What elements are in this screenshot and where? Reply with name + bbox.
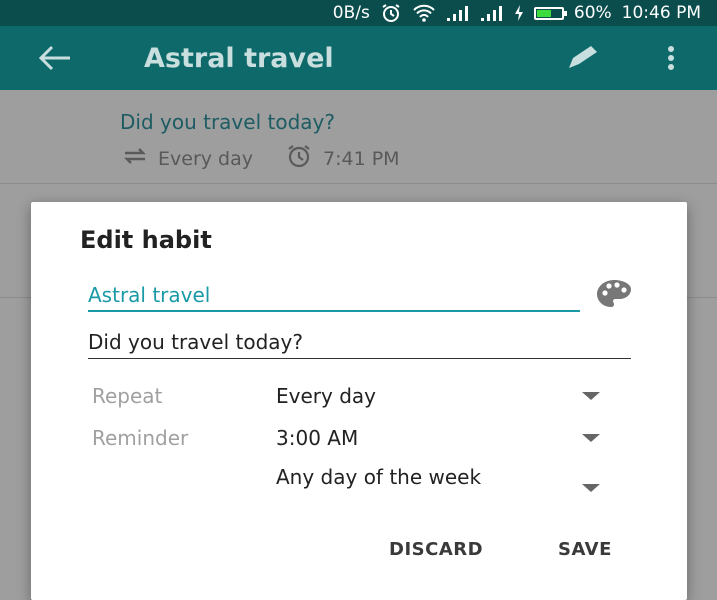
signal-icon xyxy=(480,5,504,21)
palette-icon[interactable] xyxy=(595,278,633,314)
back-arrow-icon[interactable] xyxy=(38,44,72,76)
dropdown-arrow-icon[interactable] xyxy=(582,484,600,494)
habit-meta: Every day 7:41 PM xyxy=(122,144,400,173)
battery-icon xyxy=(533,6,567,20)
reminder-days-select[interactable]: Any day of the week xyxy=(276,466,516,488)
save-button[interactable]: SAVE xyxy=(558,539,612,560)
dropdown-arrow-icon[interactable] xyxy=(582,392,600,402)
alarm-icon xyxy=(380,3,402,23)
discard-button[interactable]: DISCARD xyxy=(389,539,483,560)
repeat-label: Repeat xyxy=(92,384,163,408)
edit-habit-dialog: Edit habit Repeat Every day Reminder 3:0… xyxy=(31,202,687,600)
habit-title: Astral travel xyxy=(144,43,334,74)
dialog-title: Edit habit xyxy=(80,226,212,254)
frequency-text: Every day xyxy=(158,147,253,170)
battery-percent: 60% xyxy=(573,3,612,23)
habit-question: Did you travel today? xyxy=(120,110,335,134)
wifi-icon xyxy=(412,4,436,22)
edit-pencil-icon[interactable] xyxy=(565,44,601,76)
repeat-select[interactable]: Every day xyxy=(276,384,376,408)
charging-icon xyxy=(514,5,524,21)
reminder-time-select[interactable]: 3:00 AM xyxy=(276,426,358,450)
app-bar: Astral travel xyxy=(0,26,717,90)
repeat-icon xyxy=(122,145,148,172)
habit-question-input[interactable] xyxy=(88,328,631,359)
more-vert-icon[interactable] xyxy=(665,44,677,76)
reminder-time-text: 7:41 PM xyxy=(322,147,400,170)
status-bar: 0B/s 60% 10:46 PM xyxy=(0,0,717,26)
network-speed: 0B/s xyxy=(332,3,370,23)
clock: 10:46 PM xyxy=(621,3,701,23)
alarm-icon xyxy=(285,144,313,173)
reminder-label: Reminder xyxy=(92,426,189,450)
divider xyxy=(0,183,717,184)
habit-name-input[interactable] xyxy=(88,280,580,312)
dropdown-arrow-icon[interactable] xyxy=(582,434,600,444)
signal-icon xyxy=(446,5,470,21)
